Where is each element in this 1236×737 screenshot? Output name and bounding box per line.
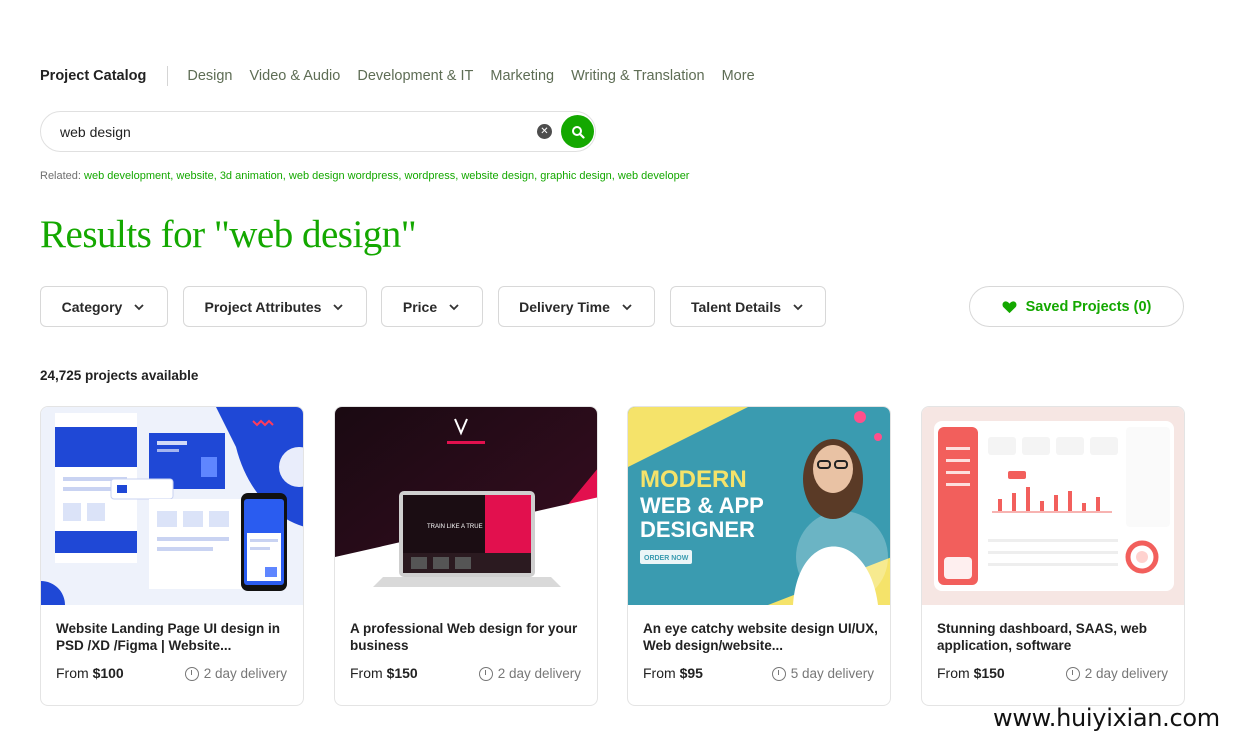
chevron-down-icon [134, 303, 144, 310]
filter-label: Price [402, 298, 438, 315]
project-price: From $150 [350, 665, 418, 681]
price-amount: $100 [92, 665, 124, 681]
filter-price[interactable]: Price [381, 286, 483, 327]
filter-label: Talent Details [691, 298, 781, 315]
delivery-label: 5 day delivery [790, 666, 874, 681]
filter-delivery-time[interactable]: Delivery Time [498, 286, 655, 327]
results-title: Results for "web design" [40, 213, 417, 256]
chevron-down-icon [622, 303, 632, 310]
laptop-website-mockup-image: TRAIN LIKE A TRUE [335, 407, 597, 605]
nav-item-video-audio[interactable]: Video & Audio [250, 68, 341, 84]
project-thumbnail[interactable]: TRAIN LIKE A TRUE [335, 407, 597, 605]
clock-icon [478, 666, 493, 681]
project-card[interactable]: TRAIN LIKE A TRUE A professional Web des… [334, 406, 598, 706]
nav-project-catalog[interactable]: Project Catalog [40, 68, 146, 84]
filter-label: Project Attributes [204, 298, 322, 315]
clock-icon [184, 666, 199, 681]
price-prefix: From [56, 665, 89, 681]
banner-line-web-app: WEB & APP [640, 493, 764, 518]
search-bar: ✕ [40, 111, 596, 152]
banner-line-designer: DESIGNER [640, 517, 755, 542]
project-card[interactable]: Website Landing Page UI design in PSD /X… [40, 406, 304, 706]
saved-projects-label: Saved Projects (0) [1025, 298, 1152, 315]
chevron-down-icon [333, 303, 344, 310]
search-input[interactable] [60, 123, 510, 140]
related-link[interactable]: 3d animation, [220, 170, 286, 182]
related-link[interactable]: website design, [461, 170, 537, 182]
project-card[interactable]: Stunning dashboard, SAAS, web applicatio… [921, 406, 1185, 706]
related-link[interactable]: graphic design, [540, 170, 615, 182]
nav-item-more[interactable]: More [722, 68, 755, 84]
project-price: From $150 [937, 665, 1005, 681]
clock-icon [1065, 666, 1080, 681]
filter-talent-details[interactable]: Talent Details [670, 286, 826, 327]
filter-project-attributes[interactable]: Project Attributes [183, 286, 367, 327]
filter-label: Category [61, 298, 123, 315]
watermark-text: www.huiyixian.com [993, 704, 1220, 732]
project-title[interactable]: An eye catchy website design UI/UX, Web … [643, 620, 879, 654]
project-title[interactable]: Stunning dashboard, SAAS, web applicatio… [937, 620, 1173, 654]
clock-icon [771, 666, 786, 681]
chevron-down-icon [449, 303, 459, 310]
delivery-label: 2 day delivery [203, 666, 287, 681]
price-amount: $95 [679, 665, 703, 681]
project-thumbnail[interactable] [922, 407, 1184, 605]
banner-line-modern: MODERN [640, 466, 747, 493]
nav-item-writing-translation[interactable]: Writing & Translation [571, 68, 705, 84]
project-title[interactable]: Website Landing Page UI design in PSD /X… [56, 620, 292, 654]
laptop-screen-text: TRAIN LIKE A TRUE [427, 524, 483, 530]
results-count: 24,725 projects available [40, 368, 199, 383]
nav-item-marketing[interactable]: Marketing [490, 68, 554, 84]
saved-projects-button[interactable]: Saved Projects (0) [969, 286, 1184, 327]
nav-item-design[interactable]: Design [187, 68, 232, 84]
clear-search-icon[interactable]: ✕ [537, 124, 552, 139]
search-button[interactable] [561, 115, 594, 148]
filter-category[interactable]: Category [40, 286, 168, 327]
project-thumbnail[interactable]: MODERN WEB & APP DESIGNER ORDER NOW [628, 407, 890, 605]
banner-order-now: ORDER NOW [644, 555, 689, 562]
price-prefix: From [643, 665, 676, 681]
nav-divider [167, 66, 169, 86]
landing-page-mockup-image [41, 407, 303, 605]
nav-item-development-it[interactable]: Development & IT [357, 68, 473, 84]
related-link[interactable]: wordpress, [405, 170, 459, 182]
heart-icon [1002, 300, 1017, 313]
related-link[interactable]: web developer [618, 170, 690, 182]
price-prefix: From [350, 665, 383, 681]
price-amount: $150 [973, 665, 1005, 681]
category-nav: Project Catalog Design Video & Audio Dev… [40, 66, 755, 86]
chevron-down-icon [793, 303, 803, 310]
related-link[interactable]: web development, [84, 170, 173, 182]
modern-designer-banner-image: MODERN WEB & APP DESIGNER ORDER NOW [628, 407, 890, 605]
delivery-label: 2 day delivery [497, 666, 581, 681]
dashboard-mockup-image [922, 407, 1184, 605]
search-icon [571, 125, 585, 139]
delivery-label: 2 day delivery [1084, 666, 1168, 681]
price-prefix: From [937, 665, 970, 681]
delivery-info: 2 day delivery [184, 666, 287, 681]
price-amount: $150 [386, 665, 418, 681]
related-label: Related: [40, 170, 81, 182]
project-title[interactable]: A professional Web design for your busin… [350, 620, 586, 654]
delivery-info: 2 day delivery [1065, 666, 1168, 681]
project-card[interactable]: MODERN WEB & APP DESIGNER ORDER NOW An e… [627, 406, 891, 706]
project-price: From $100 [56, 665, 124, 681]
delivery-info: 2 day delivery [478, 666, 581, 681]
delivery-info: 5 day delivery [771, 666, 874, 681]
filter-label: Delivery Time [519, 298, 610, 315]
project-price: From $95 [643, 665, 703, 681]
related-link[interactable]: website, [176, 170, 216, 182]
related-searches: Related: web development, website, 3d an… [40, 170, 689, 182]
related-link[interactable]: web design wordpress, [289, 170, 402, 182]
project-thumbnail[interactable] [41, 407, 303, 605]
